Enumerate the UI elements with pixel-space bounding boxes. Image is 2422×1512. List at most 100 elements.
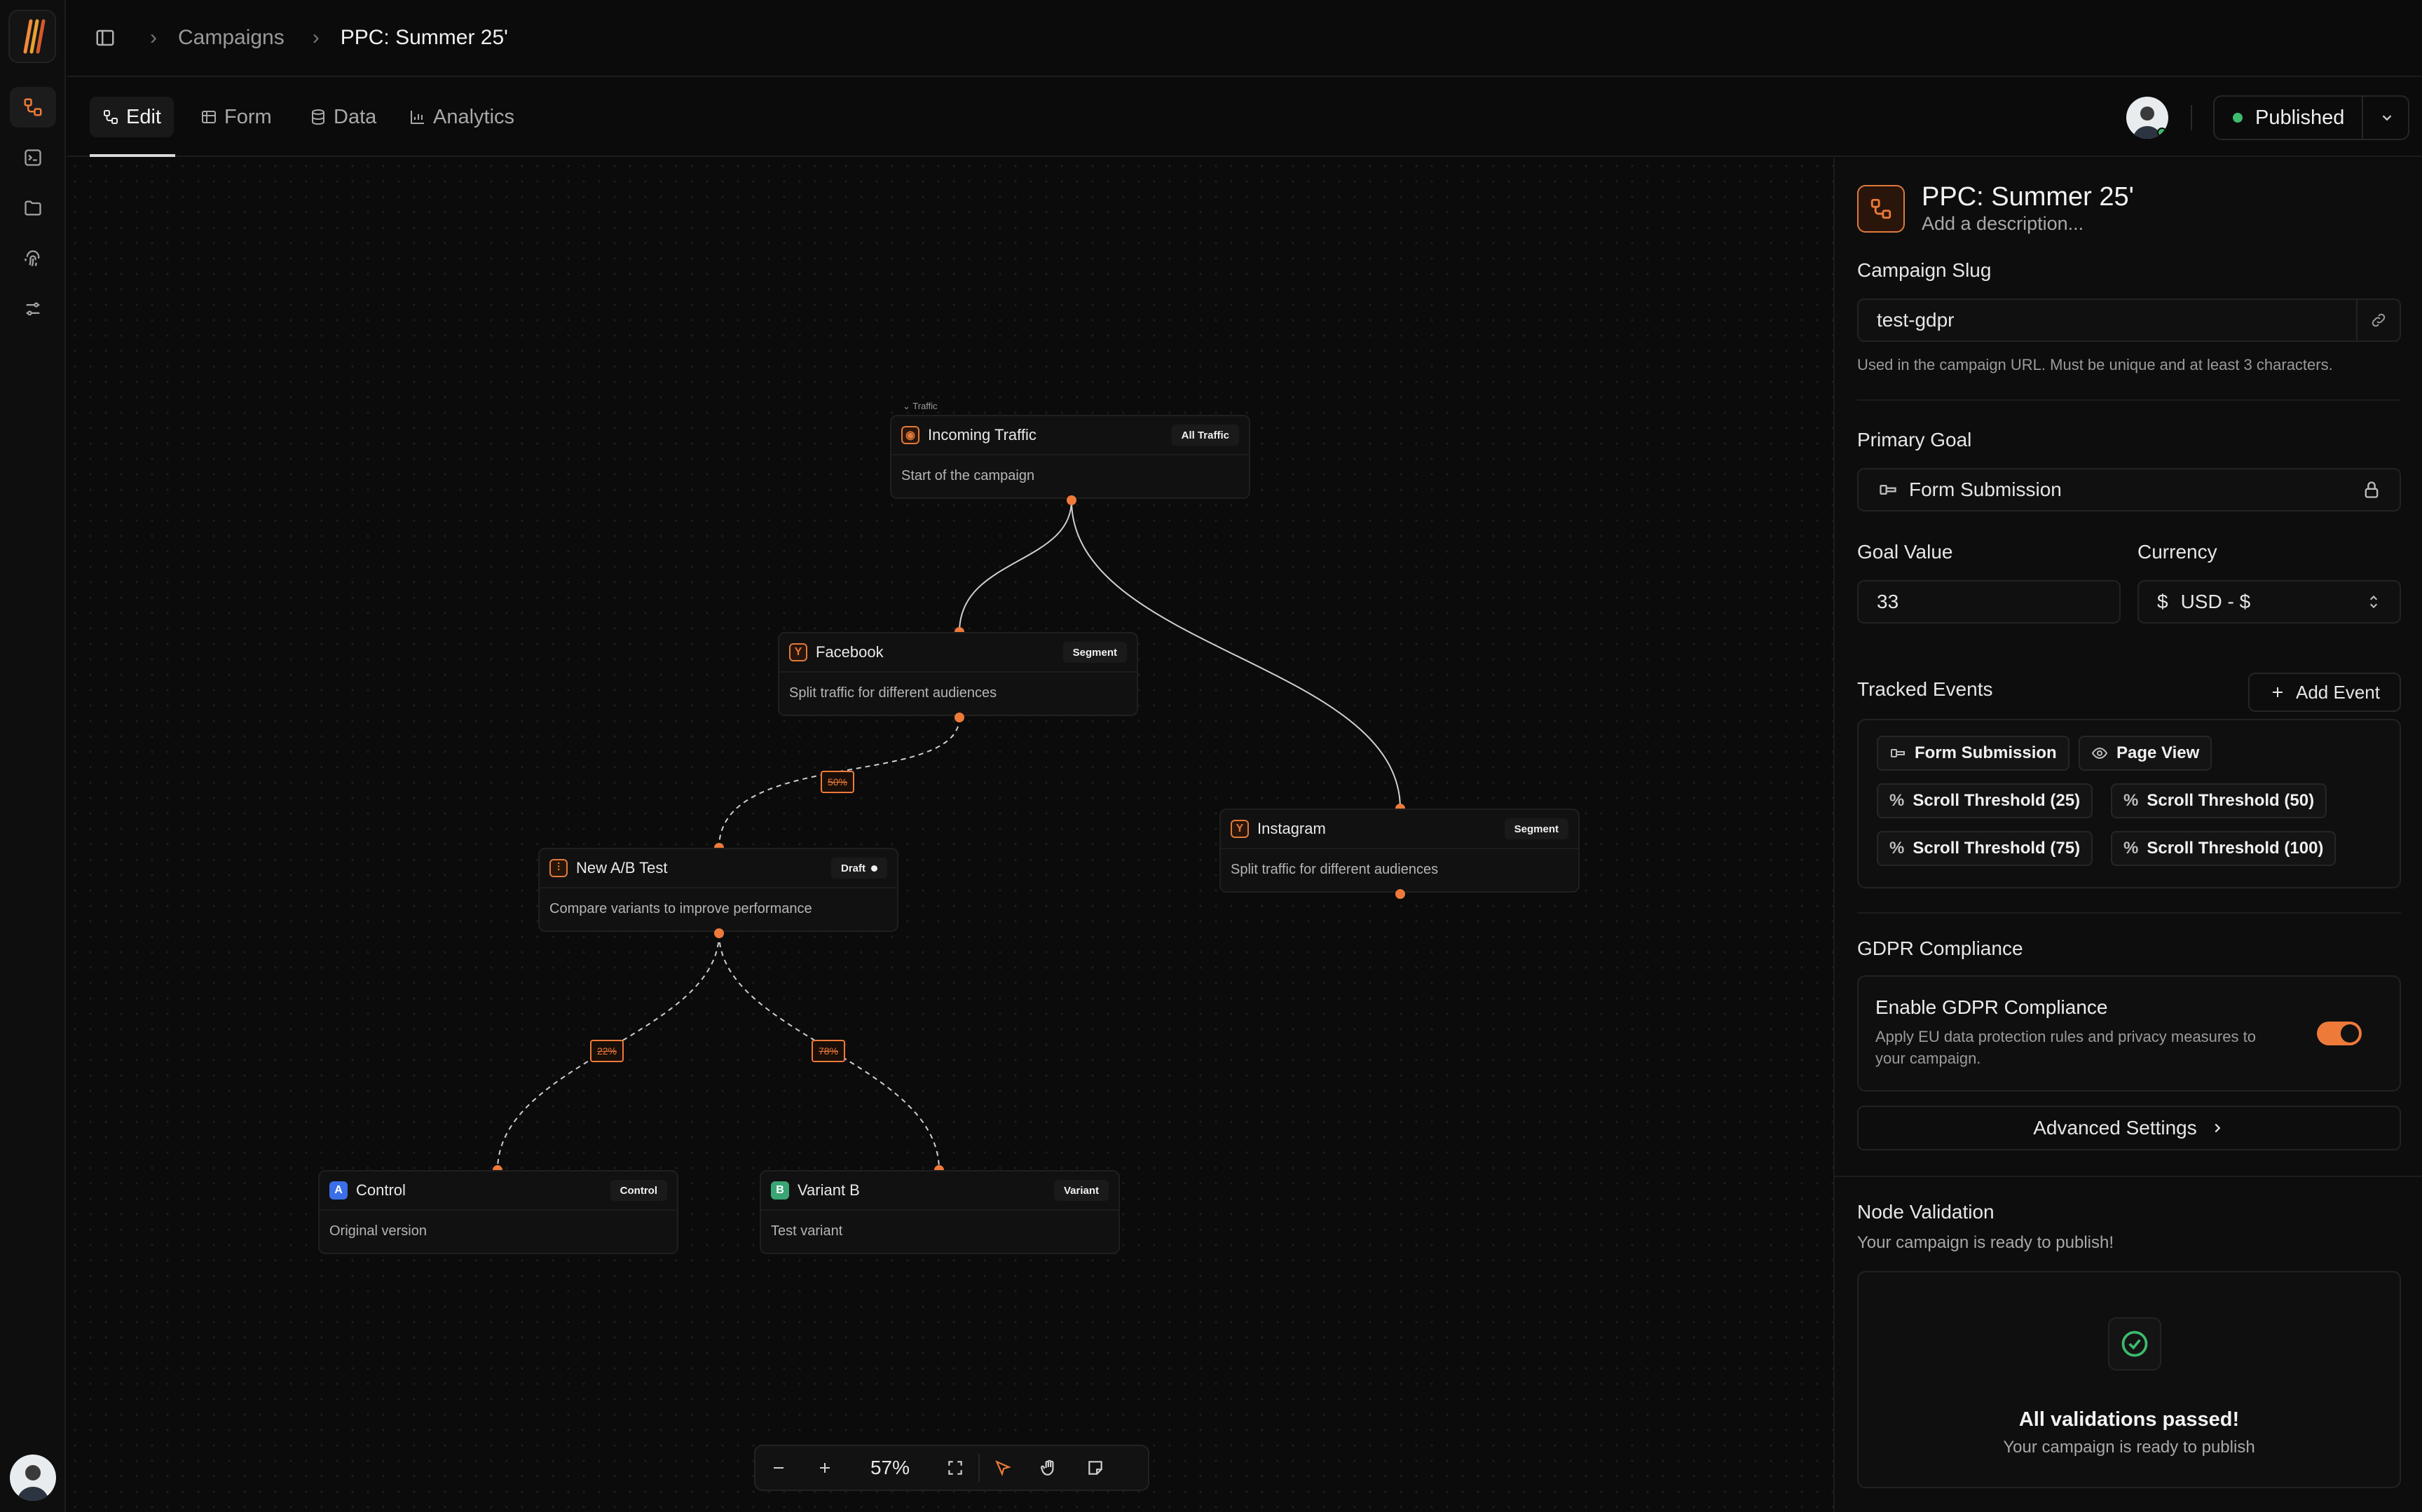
sidebar-icon [96, 29, 114, 46]
validation-result-title: All validations passed! [2018, 1408, 2240, 1431]
divider [2191, 105, 2192, 130]
breadcrumb-campaigns[interactable]: Campaigns [178, 26, 285, 50]
pan-tool-button[interactable] [1026, 1446, 1072, 1490]
form-icon [1880, 485, 1896, 495]
node-description: Start of the campaign [901, 468, 1035, 483]
active-tab-indicator [90, 154, 175, 157]
nav-terminal[interactable] [10, 137, 56, 178]
campaign-title[interactable]: PPC: Summer 25' [1922, 182, 2134, 212]
publish-menu-button[interactable] [2373, 104, 2401, 132]
validation-result-description: Your campaign is ready to publish [2003, 1438, 2255, 1457]
node-badge-label: Segment [1514, 823, 1559, 835]
slug-input[interactable]: test-gdpr [1857, 298, 2401, 342]
flow-canvas[interactable]: ⌄ Traffic ◉ Incoming Traffic All Traffic… [67, 158, 1833, 1512]
node-output-handle[interactable] [1395, 889, 1405, 899]
validation-subtitle: Your campaign is ready to publish! [1857, 1233, 2114, 1252]
goal-value-value: 33 [1877, 591, 1899, 612]
check-circle-icon [2121, 1331, 2148, 1357]
nav-fingerprint[interactable] [10, 238, 56, 279]
tab-data[interactable]: Data [297, 97, 389, 137]
traffic-icon: ◉ [901, 426, 919, 444]
event-chip[interactable]: Page View [2079, 736, 2212, 771]
node-incoming-traffic[interactable]: ◉ Incoming Traffic All Traffic Start of … [890, 415, 1250, 499]
node-ab-test[interactable]: ⫶ New A/B Test Draft Compare variants to… [538, 848, 898, 932]
node-title: Variant B [798, 1181, 860, 1199]
node-title: Control [356, 1181, 406, 1199]
flow-icon [1870, 198, 1891, 219]
edge-percentage-label[interactable]: 50% [821, 771, 854, 793]
node-badge: Segment [1062, 642, 1127, 663]
node-header: A Control Control [320, 1171, 677, 1211]
node-header: Y Facebook Segment [779, 633, 1137, 673]
node-output-handle[interactable] [714, 928, 724, 938]
currency-value: USD - $ [2180, 591, 2251, 612]
node-description: Split traffic for different audiences [789, 685, 997, 701]
campaign-description-placeholder[interactable]: Add a description... [1922, 213, 2084, 235]
primary-goal-select[interactable]: Form Submission [1857, 468, 2401, 511]
node-output-handle[interactable] [1067, 495, 1076, 505]
nav-campaigns[interactable] [10, 87, 56, 128]
breadcrumb-current: PPC: Summer 25' [340, 26, 508, 49]
copy-link-button[interactable] [2356, 300, 2400, 341]
currency-select[interactable]: $ USD - $ [2137, 580, 2401, 624]
edge-percentage-label[interactable]: 22% [590, 1040, 624, 1062]
node-variant-b[interactable]: B Variant B Variant Test variant [760, 1170, 1120, 1254]
campaign-settings-panel: PPC: Summer 25' Add a description... Cam… [1833, 158, 2422, 1512]
node-group-tag: ⌄ Traffic [903, 401, 938, 411]
chart-icon [411, 111, 424, 124]
edit-flow-icon [104, 110, 118, 124]
select-tool-button[interactable] [980, 1446, 1026, 1490]
collaborator-avatar[interactable] [2126, 97, 2168, 139]
nav-settings[interactable] [10, 289, 56, 329]
node-facebook[interactable]: Y Facebook Segment Split traffic for dif… [778, 632, 1138, 716]
campaign-icon [1857, 185, 1905, 233]
add-event-button[interactable]: Add Event [2248, 673, 2401, 712]
validation-label: Node Validation [1857, 1201, 1995, 1223]
advanced-settings-button[interactable]: Advanced Settings [1857, 1106, 2401, 1150]
currency-symbol: $ [2157, 591, 2168, 612]
gdpr-toggle-title: Enable GDPR Compliance [1875, 996, 2108, 1018]
percent-icon: % [2123, 839, 2139, 858]
app-logo[interactable] [8, 10, 56, 63]
percent-icon: % [1889, 839, 1905, 858]
divider [1857, 399, 2401, 401]
fit-view-button[interactable] [932, 1446, 978, 1490]
tab-edit[interactable]: Edit [90, 97, 174, 137]
event-chip[interactable]: Form Submission [1877, 736, 2069, 771]
primary-goal-label: Primary Goal [1857, 429, 1972, 451]
edge-percentage-label[interactable]: 78% [812, 1040, 845, 1062]
event-chip-label: Form Submission [1915, 743, 2057, 762]
node-badge: Variant [1053, 1180, 1109, 1201]
goal-value-input[interactable]: 33 [1857, 580, 2121, 624]
tab-data-label: Data [334, 105, 377, 128]
event-chip[interactable]: % Scroll Threshold (100) [2111, 831, 2337, 866]
publish-status-button[interactable]: Published [2213, 95, 2409, 140]
event-chip[interactable]: % Scroll Threshold (75) [1877, 831, 2093, 866]
variant-b-icon: B [771, 1181, 789, 1200]
zoom-level[interactable]: 57% [848, 1446, 932, 1490]
toggle-knob [2341, 1024, 2359, 1043]
zoom-out-button[interactable] [755, 1446, 802, 1490]
nav-folders[interactable] [10, 188, 56, 228]
node-description: Compare variants to improve performance [549, 901, 812, 916]
user-avatar[interactable] [10, 1455, 56, 1501]
node-control[interactable]: A Control Control Original version [318, 1170, 678, 1254]
publish-status-label: Published [2255, 106, 2345, 129]
sliders-icon [26, 302, 40, 316]
event-chip[interactable]: % Scroll Threshold (25) [1877, 783, 2093, 818]
flask-icon: ⫶ [549, 859, 568, 877]
node-output-handle[interactable] [955, 713, 964, 722]
minus-icon [774, 1467, 784, 1469]
gdpr-toggle[interactable] [2317, 1022, 2362, 1045]
event-chip-label: Page View [2116, 743, 2200, 762]
event-chip[interactable]: % Scroll Threshold (50) [2111, 783, 2327, 818]
gdpr-toggle-description: Apply EU data protection rules and priva… [1875, 1028, 2256, 1067]
node-instagram[interactable]: Y Instagram Segment Split traffic for di… [1219, 809, 1580, 893]
toggle-sidebar-button[interactable] [88, 21, 122, 55]
node-badge: All Traffic [1171, 425, 1239, 446]
form-icon [1891, 749, 1905, 757]
note-tool-button[interactable] [1072, 1446, 1118, 1490]
tab-form[interactable]: Form [188, 97, 285, 137]
tab-analytics[interactable]: Analytics [397, 97, 527, 137]
zoom-in-button[interactable] [802, 1446, 848, 1490]
